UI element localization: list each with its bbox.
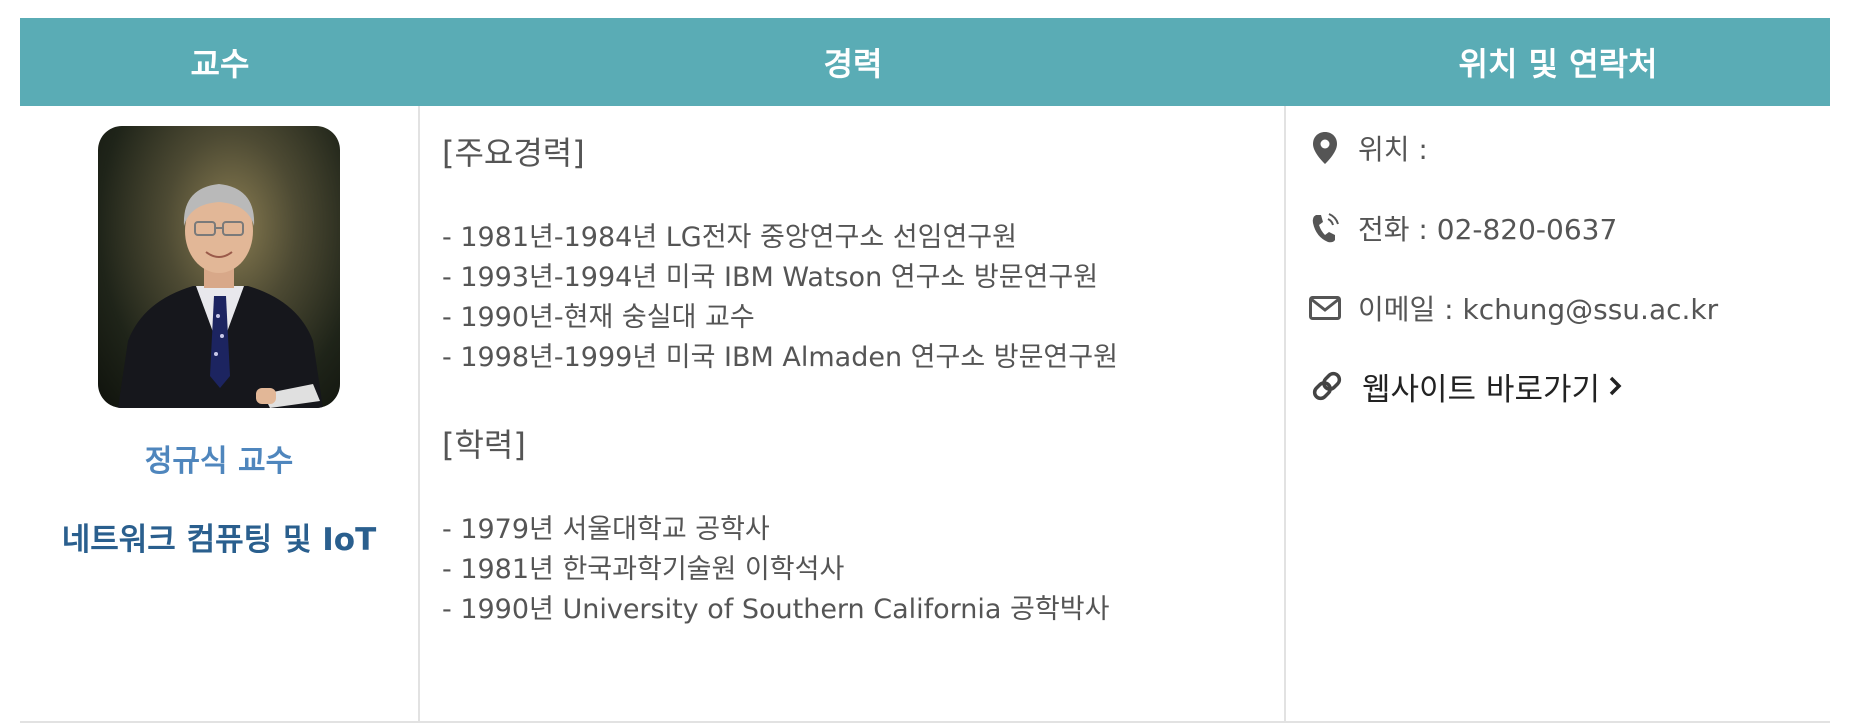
education-list: - 1979년 서울대학교 공학사 - 1981년 한국과학기술원 이학석사 -… <box>442 510 1284 630</box>
education-title: [학력] <box>442 426 526 464</box>
location-label: 위치 : <box>1358 133 1428 166</box>
location-item: 위치 : <box>1308 128 1830 168</box>
phone-icon <box>1308 211 1342 245</box>
professor-table: 교수 경력 위치 및 연락처 정규식 교수 네트워크 컴퓨팅 및 IoT [주요… <box>20 18 1830 723</box>
list-item: - 1990년-현재 숭실대 교수 <box>442 302 755 333</box>
website-link[interactable]: 웹사이트 바로가기 <box>1308 364 1830 408</box>
list-item: - 1979년 서울대학교 공학사 <box>442 514 770 545</box>
professor-cell: 정규식 교수 네트워크 컴퓨팅 및 IoT <box>20 106 420 721</box>
list-item: - 1981년 한국과학기술원 이학석사 <box>442 554 845 585</box>
phone-item: 전화 : 02-820-0637 <box>1308 208 1830 248</box>
table-header: 교수 경력 위치 및 연락처 <box>20 18 1830 106</box>
email-label[interactable]: 이메일 : kchung@ssu.ac.kr <box>1358 288 1718 328</box>
header-professor: 교수 <box>190 45 250 83</box>
professor-photo <box>98 126 340 408</box>
website-label: 웹사이트 바로가기 <box>1362 371 1601 408</box>
header-career: 경력 <box>823 45 883 83</box>
main-career-title: [주요경력] <box>442 134 585 172</box>
professor-name[interactable]: 정규식 교수 <box>145 436 293 480</box>
table-row: 정규식 교수 네트워크 컴퓨팅 및 IoT [주요경력] - 1981년-198… <box>20 106 1830 723</box>
professor-photo-image <box>118 184 323 408</box>
list-item: - 1981년-1984년 LG전자 중앙연구소 선임연구원 <box>442 222 1017 253</box>
list-item: - 1990년 University of Southern Californi… <box>442 594 1110 625</box>
envelope-icon <box>1308 291 1342 325</box>
email-item: 이메일 : kchung@ssu.ac.kr <box>1308 288 1830 328</box>
header-contact: 위치 및 연락처 <box>1458 45 1658 83</box>
lab-name[interactable]: 네트워크 컴퓨팅 및 IoT <box>59 516 379 564</box>
phone-label[interactable]: 전화 : 02-820-0637 <box>1358 208 1617 248</box>
chevron-right-icon <box>1609 376 1622 396</box>
career-cell: [주요경력] - 1981년-1984년 LG전자 중앙연구소 선임연구원 - … <box>420 106 1286 721</box>
list-item: - 1993년-1994년 미국 IBM Watson 연구소 방문연구원 <box>442 262 1099 293</box>
list-item: - 1998년-1999년 미국 IBM Almaden 연구소 방문연구원 <box>442 342 1118 373</box>
link-icon <box>1308 367 1346 405</box>
main-career-list: - 1981년-1984년 LG전자 중앙연구소 선임연구원 - 1993년-1… <box>442 218 1284 378</box>
contact-cell: 위치 : 전화 : 02-820-0637 이메일: kchung@ssu.a… <box>1286 106 1830 721</box>
map-pin-icon <box>1308 131 1342 165</box>
